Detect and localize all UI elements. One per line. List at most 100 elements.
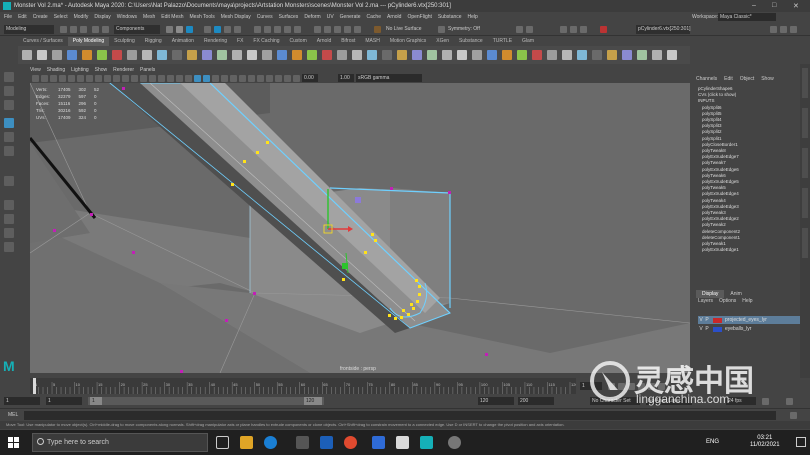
store-icon[interactable] <box>296 436 309 449</box>
task-view-icon[interactable] <box>216 436 229 449</box>
shelf-tool-icon[interactable] <box>592 50 602 60</box>
shelf-tool-icon[interactable] <box>382 50 392 60</box>
layer-menu-options[interactable]: Options <box>719 298 736 304</box>
persp-outliner-layout-icon[interactable] <box>4 228 14 238</box>
shelf-tool-icon[interactable] <box>667 50 677 60</box>
app-icon-blue[interactable] <box>372 436 385 449</box>
channel-box-item[interactable]: polyExtrudeEdge6 <box>698 167 740 173</box>
panel-menu-show[interactable]: Show <box>95 67 108 73</box>
panel-tool-icon[interactable] <box>284 75 291 82</box>
panel-tool-icon[interactable] <box>158 75 165 82</box>
channel-box-item[interactable]: deleteComponent2 <box>698 229 740 235</box>
toggle-icon-c[interactable] <box>580 26 587 33</box>
panel-tool-icon[interactable] <box>176 75 183 82</box>
panel-menu-panels[interactable]: Panels <box>140 67 155 73</box>
panel-tool-icon[interactable] <box>221 75 228 82</box>
layer-tab-display[interactable]: Display <box>696 290 725 298</box>
playback-start-field[interactable]: 1 <box>46 397 82 405</box>
face-mask-icon[interactable] <box>224 26 231 33</box>
panel-tool-icon[interactable] <box>203 75 210 82</box>
shelf-tool-icon[interactable] <box>517 50 527 60</box>
shelf-tab-animation[interactable]: Animation <box>167 37 199 46</box>
menu-cache[interactable]: Cache <box>367 14 381 20</box>
undo-icon[interactable] <box>92 26 99 33</box>
snap-together-icon[interactable] <box>516 26 523 33</box>
layer-color-swatch[interactable] <box>713 326 722 332</box>
shelf-tool-icon[interactable] <box>127 50 137 60</box>
side-tab-channel-box[interactable] <box>802 68 808 98</box>
menu-edit-mesh[interactable]: Edit Mesh <box>161 14 183 20</box>
range-handle-end[interactable]: 120 <box>304 397 322 405</box>
menu-generate[interactable]: Generate <box>340 14 361 20</box>
layer-tab-anim[interactable]: Anim <box>724 290 747 298</box>
mail-icon[interactable] <box>320 436 333 449</box>
tool-settings-toggle-icon[interactable] <box>780 26 787 33</box>
panel-tool-icon[interactable] <box>194 75 201 82</box>
input-mode-icon[interactable] <box>600 26 607 33</box>
app-icon-gray[interactable] <box>396 436 409 449</box>
panel-tool-icon[interactable] <box>86 75 93 82</box>
side-tab-attribute-editor[interactable] <box>802 108 808 138</box>
symmetry-icon[interactable] <box>438 26 445 33</box>
layer-menu-help[interactable]: Help <box>742 298 752 304</box>
panel-tool-icon[interactable] <box>77 75 84 82</box>
shelf-tool-icon[interactable] <box>67 50 77 60</box>
shelf-tool-icon[interactable] <box>247 50 257 60</box>
panel-menu-lighting[interactable]: Lighting <box>71 67 89 73</box>
render-settings-icon[interactable] <box>344 26 351 33</box>
history-icon[interactable] <box>314 26 321 33</box>
panel-tool-icon[interactable] <box>41 75 48 82</box>
panel-tool-icon[interactable] <box>257 75 264 82</box>
menu-surfaces[interactable]: Surfaces <box>279 14 299 20</box>
panel-tool-icon[interactable] <box>149 75 156 82</box>
menu-substance[interactable]: Substance <box>438 14 462 20</box>
save-scene-icon[interactable] <box>80 26 87 33</box>
shelf-tab-rigging[interactable]: Rigging <box>140 37 167 46</box>
shelf-tool-icon[interactable] <box>487 50 497 60</box>
shelf-tool-icon[interactable] <box>97 50 107 60</box>
scene-start-field[interactable]: 1 <box>4 397 40 405</box>
render-frame-icon[interactable] <box>324 26 331 33</box>
shelf-tool-icon[interactable] <box>52 50 62 60</box>
command-input[interactable] <box>24 411 776 420</box>
layer-row[interactable]: V Peyeballs_lyr <box>698 325 800 333</box>
notification-icon[interactable] <box>796 437 806 447</box>
shelf-tool-icon[interactable] <box>562 50 572 60</box>
move-tool-icon[interactable] <box>4 118 14 128</box>
shelf-tab-poly-modeling[interactable]: Poly Modeling <box>67 37 110 46</box>
panel-tool-icon[interactable] <box>293 75 300 82</box>
app-icon-circle[interactable] <box>448 436 461 449</box>
channel-menu-edit[interactable]: Edit <box>724 76 733 82</box>
playback-end-field[interactable]: 120 <box>478 397 514 405</box>
rotate-tool-icon[interactable] <box>4 132 14 142</box>
shelf-tool-icon[interactable] <box>532 50 542 60</box>
minimize-icon[interactable]: – <box>752 2 756 9</box>
side-tab-outliner[interactable] <box>802 228 808 258</box>
channel-menu-channels[interactable]: Channels <box>696 76 717 82</box>
live-surface-icon[interactable] <box>374 26 381 33</box>
scene-end-field[interactable]: 200 <box>518 397 554 405</box>
menu-openflight[interactable]: OpenFlight <box>407 14 431 20</box>
panel-tool-icon[interactable] <box>248 75 255 82</box>
menu-arnold[interactable]: Arnold <box>387 14 401 20</box>
layer-row[interactable]: V Pprojected_eyes_lyr <box>698 316 800 324</box>
scale-tool-icon[interactable] <box>4 146 14 156</box>
panel-menu-view[interactable]: View <box>30 67 41 73</box>
layer-menu-layers[interactable]: Layers <box>698 298 713 304</box>
select-by-component-icon[interactable] <box>186 26 193 33</box>
panel-tool-icon[interactable] <box>140 75 147 82</box>
colorspace-dropdown[interactable]: sRGB gamma <box>356 74 422 82</box>
menu-mesh-display[interactable]: Mesh Display <box>221 14 251 20</box>
panel-tool-icon[interactable] <box>50 75 57 82</box>
perspective-viewport[interactable] <box>30 83 690 373</box>
shelf-tab-arnold[interactable]: Arnold <box>312 37 336 46</box>
shelf-tab-curves-surfaces[interactable]: Curves / Surfaces <box>18 37 68 46</box>
shelf-tab-rendering[interactable]: Rendering <box>199 37 232 46</box>
range-slider-bar[interactable]: 1 120 <box>88 397 324 405</box>
channel-box-item[interactable]: polyExtrudeEdge1 <box>698 247 740 253</box>
snap-point-icon[interactable] <box>274 26 281 33</box>
current-time-marker[interactable] <box>33 378 36 394</box>
file-explorer-icon[interactable] <box>240 436 253 449</box>
panel-tool-icon[interactable] <box>95 75 102 82</box>
shelf-tool-icon[interactable] <box>367 50 377 60</box>
